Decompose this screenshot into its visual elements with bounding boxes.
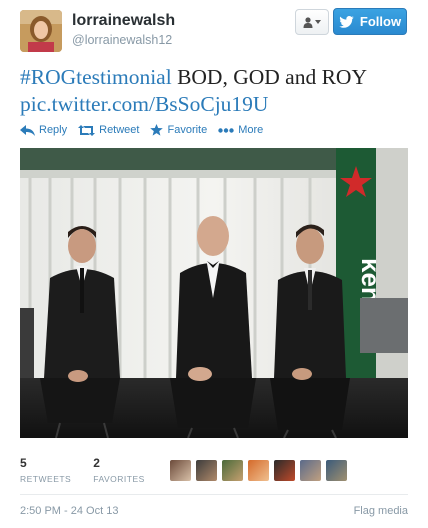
flag-media-link[interactable]: Flag media: [354, 505, 408, 517]
reply-icon: [20, 124, 35, 136]
chevron-down-icon: [315, 20, 321, 24]
retweets-label: RETWEETS: [20, 474, 72, 484]
favoriter-avatar[interactable]: [248, 460, 269, 481]
favoriter-avatar[interactable]: [300, 460, 321, 481]
favoriter-avatar[interactable]: [274, 460, 295, 481]
favorite-label: Favorite: [167, 124, 208, 136]
user-avatar[interactable]: [20, 10, 62, 52]
reply-label: Reply: [39, 124, 68, 136]
favoriter-avatars: [170, 460, 347, 481]
follow-button[interactable]: Follow: [333, 8, 407, 35]
tweet-card: lorrainewalsh @lorrainewalsh12 Follow #R…: [0, 0, 428, 528]
star-icon: [150, 124, 164, 136]
retweet-icon: [78, 124, 96, 136]
tweet-text: #ROGtestimonial BOD, GOD and ROY pic.twi…: [20, 64, 420, 118]
footer-divider: [20, 494, 408, 495]
tweet-photo[interactable]: ken: [20, 148, 408, 438]
favoriter-avatar[interactable]: [222, 460, 243, 481]
retweets-count: 5: [20, 456, 27, 470]
user-display-name[interactable]: lorrainewalsh: [72, 12, 175, 30]
favorites-stat[interactable]: 2 FAVORITES: [93, 456, 145, 484]
favoriter-avatar[interactable]: [170, 460, 191, 481]
tweet-body-text: BOD, GOD and ROY: [171, 65, 367, 89]
pic-link[interactable]: pic.twitter.com/BsSoCju19U: [20, 92, 268, 116]
reply-action[interactable]: Reply: [20, 124, 67, 136]
hashtag-link[interactable]: #ROGtestimonial: [20, 65, 172, 89]
retweet-label: Retweet: [99, 124, 140, 136]
retweets-stat[interactable]: 5 RETWEETS: [20, 456, 71, 484]
follow-button-label: Follow: [359, 14, 402, 29]
more-action[interactable]: More: [218, 124, 263, 136]
favorite-action[interactable]: Favorite: [150, 124, 207, 136]
twitter-bird-icon: [339, 15, 354, 28]
tweet-stats: 5 RETWEETS 2 FAVORITES: [20, 456, 167, 484]
retweet-action[interactable]: Retweet: [78, 124, 139, 136]
tweet-timestamp[interactable]: 2:50 PM - 24 Oct 13: [20, 505, 118, 517]
tweet-actions: Reply Retweet Favorite More: [20, 124, 274, 136]
person-icon: [303, 16, 313, 28]
more-dots-icon: [218, 127, 234, 133]
user-handle[interactable]: @lorrainewalsh12: [72, 33, 172, 47]
favoriter-avatar[interactable]: [326, 460, 347, 481]
favoriter-avatar[interactable]: [196, 460, 217, 481]
more-label: More: [238, 124, 264, 136]
user-actions-dropdown[interactable]: [295, 9, 329, 35]
favorites-label: FAVORITES: [93, 474, 145, 484]
favorites-count: 2: [93, 456, 100, 470]
